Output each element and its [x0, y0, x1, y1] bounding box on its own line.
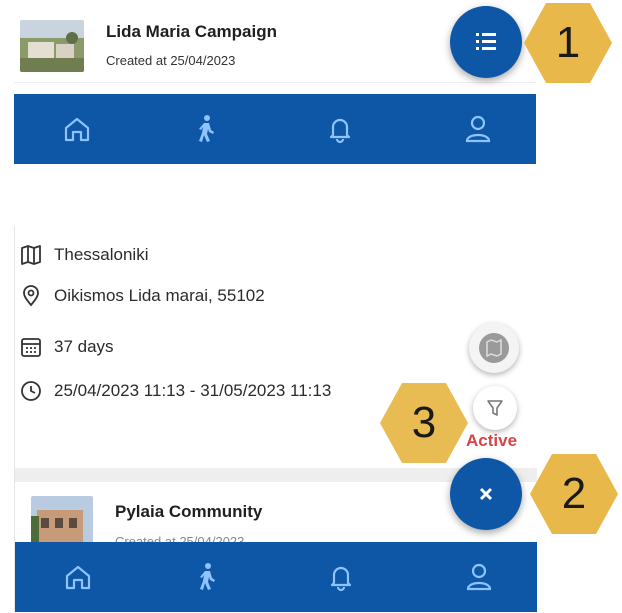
- clock-icon: [21, 381, 41, 401]
- user-icon[interactable]: [463, 561, 495, 593]
- walking-person-icon[interactable]: [190, 113, 222, 145]
- filter-icon: [487, 400, 503, 416]
- bell-icon[interactable]: [325, 561, 357, 593]
- dates-text: 25/04/2023 11:13 - 31/05/2023 11:13: [54, 381, 332, 400]
- user-icon[interactable]: [462, 113, 494, 145]
- bell-icon[interactable]: [324, 113, 356, 145]
- duration-row: 37 days: [20, 336, 220, 358]
- walking-person-icon[interactable]: [191, 561, 223, 593]
- calendar-icon: [21, 338, 41, 357]
- list-toggle-button[interactable]: [450, 6, 522, 78]
- address-row: Oikismos Lida marai, 55102: [20, 285, 380, 307]
- card-title: Lida Maria Campaign: [106, 22, 277, 41]
- card-subtitle: Created at 25/04/2023: [106, 53, 236, 68]
- list-icon: [476, 33, 496, 50]
- bottom-nav-bottom: [15, 542, 537, 612]
- close-menu-button[interactable]: [450, 458, 522, 530]
- address-text: Oikismos Lida marai, 55102: [54, 286, 265, 305]
- duration-text: 37 days: [54, 337, 114, 356]
- location-pin-icon: [23, 285, 39, 307]
- map-icon: [479, 333, 509, 363]
- status-label: Active: [466, 431, 518, 450]
- marker-3: 3: [380, 383, 468, 463]
- card-title-2: Pylaia Community: [115, 502, 263, 521]
- marker-1: 1: [524, 3, 612, 83]
- marker-2: 2: [530, 454, 618, 534]
- home-icon[interactable]: [61, 113, 93, 145]
- filter-button[interactable]: [473, 386, 517, 430]
- close-icon: [479, 487, 493, 501]
- home-icon[interactable]: [62, 561, 94, 593]
- map-icon: [21, 245, 41, 265]
- city-row: Thessaloniki: [20, 244, 320, 266]
- city-text: Thessaloniki: [54, 245, 149, 264]
- bottom-nav-top: [14, 94, 536, 164]
- campaign-thumbnail: [20, 20, 84, 72]
- map-view-button[interactable]: [469, 323, 519, 373]
